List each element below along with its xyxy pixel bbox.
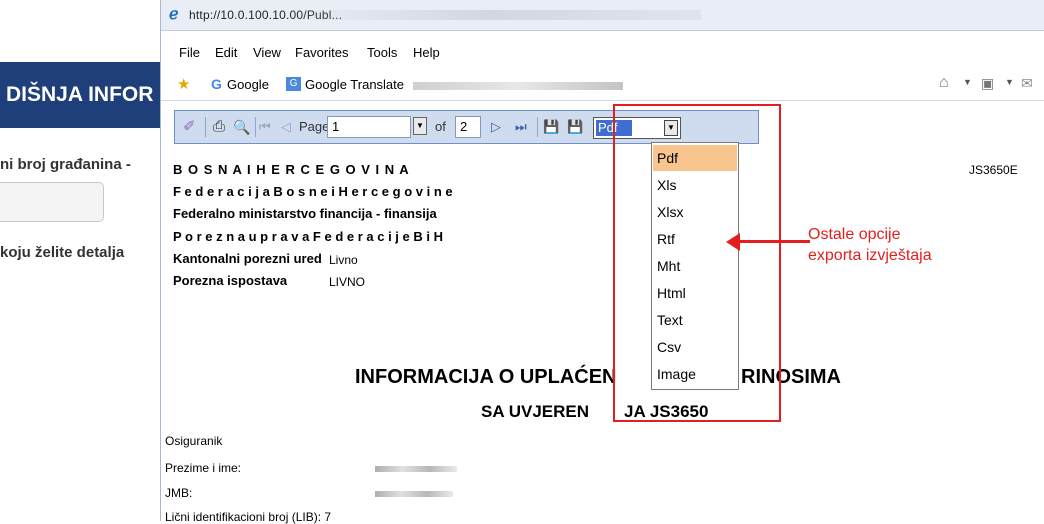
- lib-label: Lični identifikacioni broj (LIB): 7: [165, 510, 332, 524]
- report-header-ministry: Federalno ministarstvo financija - finan…: [173, 206, 437, 221]
- menu-tools[interactable]: Tools: [367, 45, 397, 60]
- print-icon[interactable]: ⎙: [213, 119, 225, 135]
- mail-icon[interactable]: ✉: [1021, 75, 1033, 92]
- name-redacted: [375, 466, 457, 472]
- save-icon[interactable]: 💾: [543, 119, 559, 135]
- print-preview-icon[interactable]: 🔍: [233, 119, 250, 135]
- first-page-icon[interactable]: ⏮: [259, 119, 271, 135]
- find-icon[interactable]: ✐: [183, 119, 196, 135]
- favorites-star-icon[interactable]: ★: [177, 75, 190, 93]
- menu-favorites[interactable]: Favorites: [295, 45, 348, 60]
- favorites-redacted: [413, 82, 623, 90]
- menu-help[interactable]: Help: [413, 45, 440, 60]
- page-number-input[interactable]: 1: [327, 116, 411, 138]
- menu-edit[interactable]: Edit: [215, 45, 237, 60]
- name-label: Prezime i ime:: [165, 461, 242, 475]
- export-icon[interactable]: 💾: [567, 119, 583, 135]
- annotation-arrow-line: [738, 240, 810, 243]
- jmb-redacted: [375, 491, 453, 497]
- google-icon: G: [211, 76, 222, 92]
- report-code: JS3650E: [969, 163, 1018, 177]
- background-banner: DIŠNJA INFOR: [0, 62, 160, 128]
- office-label: Kantonalni porezni ured: [173, 251, 322, 266]
- favorite-google-translate[interactable]: Google Translate: [305, 77, 404, 92]
- highlight-box: [613, 104, 781, 422]
- report-title-left: INFORMACIJA O UPLAĆEN: [355, 366, 617, 388]
- annotation-note: Ostale opcije exporta izvještaja: [808, 224, 932, 266]
- ie-icon: ℯ: [169, 6, 179, 23]
- annotation-line-1: Ostale opcije: [808, 226, 901, 243]
- report-header-country: B O S N A I H E R C E G O V I N A: [173, 162, 410, 177]
- report-header-federation: F e d e r a c i j a B o s n e i H e r c …: [173, 184, 453, 199]
- background-label-citizen-number: ni broj građanina -: [0, 156, 131, 173]
- branch-label: Porezna ispostava: [173, 273, 288, 288]
- page-dropdown-button[interactable]: ▼: [413, 117, 427, 135]
- report-header-tax-admin: P o r e z n a u p r a v a F e d e r a c …: [173, 229, 443, 244]
- menu-bar: File Edit View Favorites Tools Help: [161, 42, 1044, 64]
- jmb-label: JMB:: [165, 486, 193, 500]
- feed-icon[interactable]: ▣: [981, 75, 994, 92]
- insured-label: Osiguranik: [165, 434, 223, 448]
- background-label-details: koju želite detalja: [0, 244, 125, 261]
- toolbar-separator: [537, 117, 538, 137]
- home-icon[interactable]: ⌂: [939, 74, 949, 92]
- chevron-down-icon[interactable]: ▼: [963, 77, 972, 87]
- menu-view[interactable]: View: [253, 45, 281, 60]
- menu-file[interactable]: File: [179, 45, 200, 60]
- report-subtitle-left: SA UVJEREN: [481, 402, 590, 421]
- favorite-google[interactable]: Google: [227, 77, 269, 92]
- page-label: Page: [299, 119, 330, 134]
- toolbar-separator: [255, 117, 256, 137]
- next-page-icon[interactable]: ▷: [491, 119, 501, 135]
- previous-page-icon[interactable]: ◁: [281, 119, 291, 135]
- branch-value: LIVNO: [329, 275, 366, 289]
- url-redacted: [281, 10, 701, 20]
- background-input[interactable]: [0, 182, 104, 222]
- google-translate-icon: G: [286, 77, 301, 91]
- last-page-icon[interactable]: ⏭: [515, 119, 527, 135]
- total-pages-field: 2: [455, 116, 481, 138]
- chevron-down-icon[interactable]: ▼: [1005, 77, 1014, 87]
- address-bar[interactable]: ℯ http://10.0.100.10.00/Publ...: [161, 0, 1044, 31]
- annotation-arrow-icon: [726, 233, 740, 251]
- favorites-bar: ★ G Google G Google Translate ⌂ ▼ ▣ ▼ ✉: [161, 70, 1044, 98]
- annotation-line-2: exporta izvještaja: [808, 247, 932, 264]
- office-value: Livno: [329, 253, 358, 267]
- of-label: of: [435, 119, 446, 134]
- toolbar-separator: [205, 117, 206, 137]
